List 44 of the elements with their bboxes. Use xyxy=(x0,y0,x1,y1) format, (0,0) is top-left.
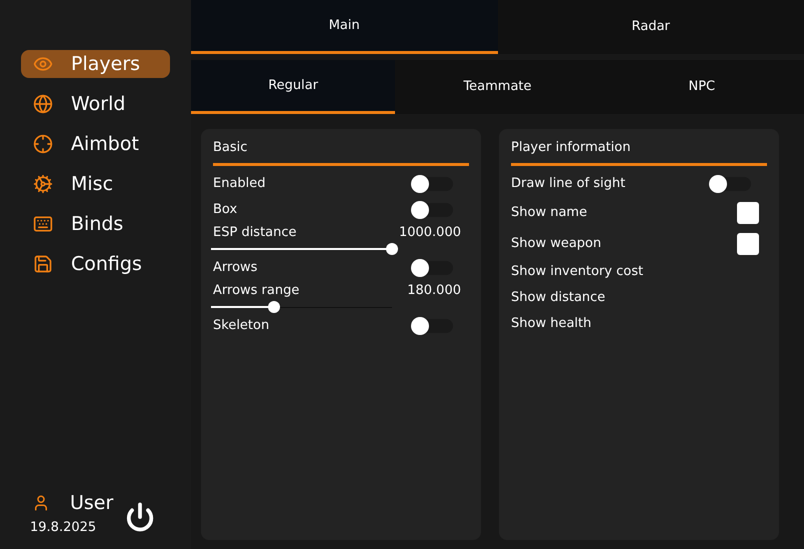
keyboard-icon xyxy=(33,214,53,234)
option-label[interactable]: Show inventory cost xyxy=(511,262,644,282)
option-label: Draw line of sight xyxy=(511,175,626,194)
subtab[interactable]: Regular xyxy=(191,60,396,114)
tab[interactable]: Radar xyxy=(498,0,804,54)
user-icon xyxy=(32,494,50,512)
sidebar-item[interactable]: Binds xyxy=(21,210,170,238)
gear-icon xyxy=(33,174,53,194)
tab[interactable]: Main xyxy=(191,0,498,54)
option-label: Box xyxy=(213,201,238,220)
option-label: ESP distance xyxy=(213,224,297,242)
sidebar-item[interactable]: Players xyxy=(21,50,170,78)
option-label: Show name xyxy=(511,204,588,222)
sidebar-item[interactable]: World xyxy=(21,90,170,118)
option-label: Show weapon xyxy=(511,234,602,253)
toggle-switch[interactable] xyxy=(411,261,453,275)
toggle-switch[interactable] xyxy=(411,319,453,333)
toggle-switch[interactable] xyxy=(411,203,453,217)
subtab[interactable]: NPC xyxy=(600,60,804,114)
option-label: Arrows range xyxy=(213,282,300,300)
slider-thumb[interactable] xyxy=(386,243,398,255)
option-label: Arrows xyxy=(213,259,258,278)
slider-thumb[interactable] xyxy=(268,301,280,313)
checkbox[interactable] xyxy=(737,232,759,254)
date-label: 19.8.2025 xyxy=(30,518,98,536)
checkbox[interactable] xyxy=(737,202,759,224)
sidebar-item[interactable]: Misc xyxy=(21,170,170,198)
crosshair-icon xyxy=(33,134,53,154)
toggle-switch[interactable] xyxy=(709,177,751,191)
sidebar-item[interactable]: Aimbot xyxy=(21,130,170,158)
power-button[interactable] xyxy=(125,502,156,532)
option-label[interactable]: Show health xyxy=(511,314,592,334)
toggle-switch[interactable] xyxy=(411,177,453,191)
subtab[interactable]: Teammate xyxy=(395,60,600,114)
slider-value: 1000.000 xyxy=(398,224,461,242)
option-label: Skeleton xyxy=(213,317,270,336)
option-label: Enabled xyxy=(213,175,266,194)
panel-title: Player information xyxy=(511,140,631,155)
user-name: User xyxy=(70,491,114,516)
sidebar-item[interactable]: Configs xyxy=(21,250,170,278)
slider-value: 180.000 xyxy=(407,282,461,300)
panel-title: Basic xyxy=(213,140,248,155)
globe-icon xyxy=(33,94,53,114)
option-label[interactable]: Show distance xyxy=(511,288,606,308)
